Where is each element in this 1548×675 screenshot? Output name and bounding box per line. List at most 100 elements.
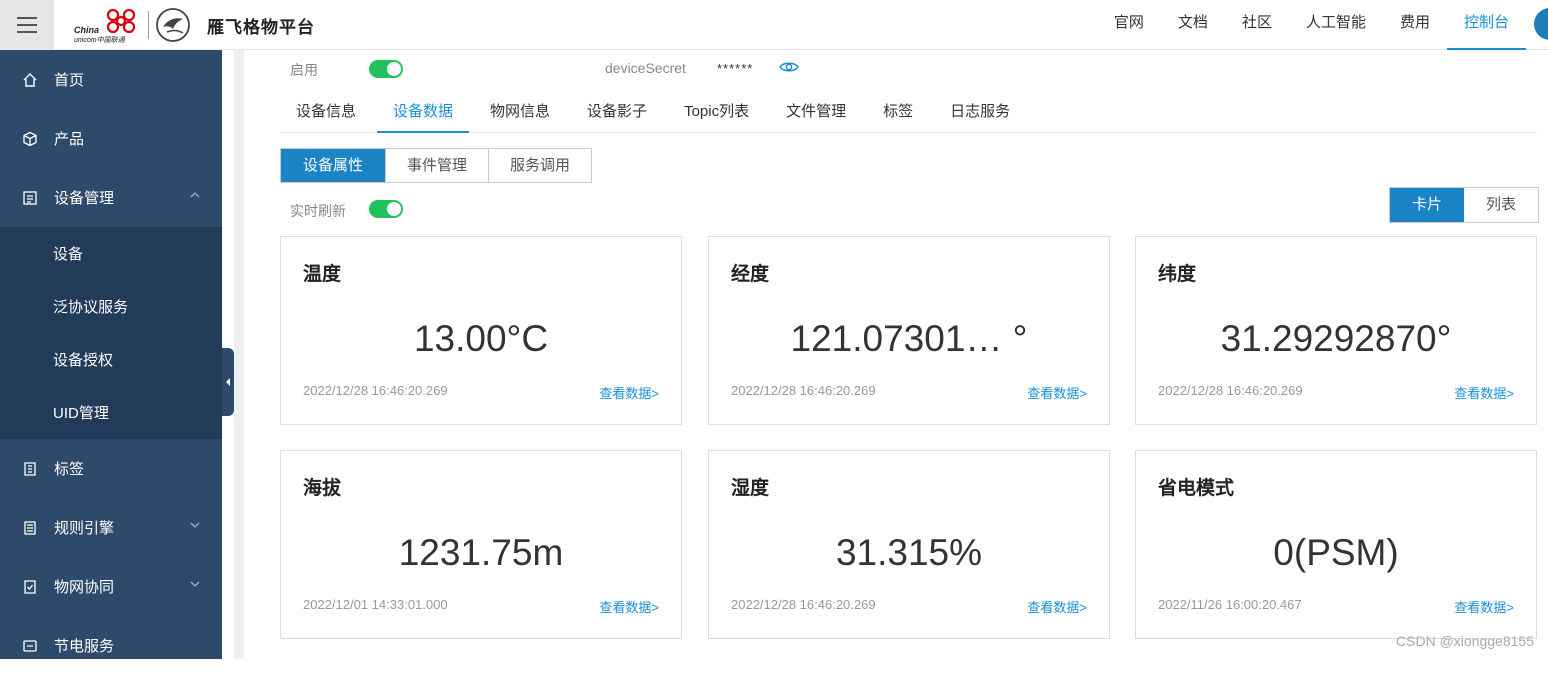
- china-unicom-logo: China unicom中国联通: [70, 6, 140, 44]
- eye-icon[interactable]: [779, 60, 799, 74]
- sidebar-item-power-saving[interactable]: 节电服务: [0, 616, 222, 675]
- nav-docs[interactable]: 文档: [1161, 0, 1225, 50]
- sidebar-submenu: 设备 泛协议服务 设备授权 UID管理: [0, 227, 222, 439]
- tab-tags[interactable]: 标签: [867, 100, 929, 133]
- logo-divider: [148, 11, 149, 39]
- subtab-services[interactable]: 服务调用: [488, 149, 591, 182]
- realtime-refresh-label: 实时刷新: [290, 201, 346, 221]
- card-timestamp: 2022/12/28 16:46:20.269: [303, 383, 448, 398]
- sidebar: 首页 产品 设备管理 设备 泛协议服务 设备授权 UID管理 标签 规则引擎 物…: [0, 50, 222, 659]
- nav-official-site[interactable]: 官网: [1097, 0, 1161, 50]
- card-value: 13.00°C: [281, 318, 681, 360]
- logo-text-china: China: [74, 25, 99, 35]
- sidebar-item-rules-engine[interactable]: 规则引擎: [0, 498, 222, 557]
- tab-device-shadow[interactable]: 设备影子: [571, 100, 663, 133]
- top-nav: 官网 文档 社区 人工智能 费用 控制台: [1097, 0, 1526, 50]
- menu-icon[interactable]: [0, 0, 54, 50]
- cube-icon: [22, 131, 38, 147]
- nav-console[interactable]: 控制台: [1447, 0, 1526, 50]
- view-data-link[interactable]: 查看数据>: [599, 597, 659, 616]
- card-title: 温度: [303, 259, 341, 286]
- tab-log-service[interactable]: 日志服务: [934, 100, 1026, 133]
- tab-device-data[interactable]: 设备数据: [377, 100, 469, 133]
- avatar[interactable]: [1534, 8, 1548, 40]
- view-data-link[interactable]: 查看数据>: [1027, 597, 1087, 616]
- subtab-properties[interactable]: 设备属性: [281, 149, 385, 182]
- device-secret-value: ******: [717, 61, 753, 76]
- property-card-longitude: 经度 121.07301… ° 2022/12/28 16:46:20.269 …: [708, 236, 1110, 425]
- card-title: 纬度: [1158, 259, 1196, 286]
- chevron-down-icon: [190, 522, 200, 528]
- view-data-link[interactable]: 查看数据>: [1454, 597, 1514, 616]
- list-icon: [22, 190, 38, 206]
- card-title: 经度: [731, 259, 769, 286]
- sidebar-item-label: 设备管理: [54, 187, 114, 208]
- logo-text-unicom: unicom中国联通: [74, 35, 125, 45]
- view-data-link[interactable]: 查看数据>: [599, 383, 659, 402]
- card-title: 省电模式: [1158, 473, 1234, 500]
- card-value: 0(PSM): [1136, 532, 1536, 574]
- card-timestamp: 2022/12/01 14:33:01.000: [303, 597, 448, 612]
- tag-icon: [22, 461, 38, 477]
- status-label: 启用: [290, 60, 318, 80]
- saver-icon: [22, 638, 38, 654]
- sidebar-item-label: 规则引擎: [54, 517, 114, 538]
- card-title: 海拔: [303, 473, 341, 500]
- nav-billing[interactable]: 费用: [1383, 0, 1447, 50]
- subtab-events[interactable]: 事件管理: [385, 149, 488, 182]
- gutter: [234, 50, 244, 659]
- property-card-altitude: 海拔 1231.75m 2022/12/01 14:33:01.000 查看数据…: [280, 450, 682, 639]
- main-content: 启用 deviceSecret ****** 设备信息 设备数据 物网信息 设备…: [244, 50, 1548, 659]
- logo[interactable]: China unicom中国联通 雁飞格物平台: [70, 6, 315, 44]
- sidebar-item-home[interactable]: 首页: [0, 50, 222, 109]
- card-timestamp: 2022/12/28 16:46:20.269: [731, 597, 876, 612]
- view-card-button[interactable]: 卡片: [1390, 188, 1464, 222]
- sidebar-item-tags[interactable]: 标签: [0, 439, 222, 498]
- data-subtabs: 设备属性 事件管理 服务调用: [280, 148, 592, 183]
- goose-logo-icon: [155, 7, 191, 43]
- sidebar-item-label: 物网协同: [54, 576, 114, 597]
- card-title: 湿度: [731, 473, 769, 500]
- device-status-row: 启用 deviceSecret ******: [290, 58, 850, 80]
- nav-community[interactable]: 社区: [1225, 0, 1289, 50]
- sidebar-item-label: 首页: [54, 69, 84, 90]
- tab-file-management[interactable]: 文件管理: [770, 100, 862, 133]
- watermark: CSDN @xiongge8155: [1396, 633, 1534, 649]
- card-timestamp: 2022/11/26 16:00:20.467: [1158, 597, 1302, 612]
- card-timestamp: 2022/12/28 16:46:20.269: [731, 383, 876, 398]
- sidebar-subitem-uid[interactable]: UID管理: [0, 386, 222, 439]
- enable-toggle[interactable]: [369, 60, 403, 78]
- sidebar-subitem-protocol-service[interactable]: 泛协议服务: [0, 280, 222, 333]
- sidebar-item-products[interactable]: 产品: [0, 109, 222, 168]
- doc-icon: [22, 520, 38, 536]
- view-data-link[interactable]: 查看数据>: [1454, 383, 1514, 402]
- chevron-down-icon: [190, 581, 200, 587]
- property-card-humidity: 湿度 31.315% 2022/12/28 16:46:20.269 查看数据>: [708, 450, 1110, 639]
- card-value: 31.315%: [709, 532, 1109, 574]
- check-doc-icon: [22, 579, 38, 595]
- sidebar-item-label: 产品: [54, 128, 84, 149]
- sidebar-subitem-devices[interactable]: 设备: [0, 227, 222, 280]
- top-bar: China unicom中国联通 雁飞格物平台 官网 文档 社区 人工智能 费用…: [0, 0, 1548, 50]
- sidebar-subitem-device-auth[interactable]: 设备授权: [0, 333, 222, 386]
- sidebar-item-device-management[interactable]: 设备管理: [0, 168, 222, 227]
- tab-device-info[interactable]: 设备信息: [280, 100, 372, 133]
- sidebar-collapse-handle[interactable]: [222, 348, 234, 416]
- brand-name: 雁飞格物平台: [207, 13, 315, 38]
- tab-network-info[interactable]: 物网信息: [474, 100, 566, 133]
- card-value: 1231.75m: [281, 532, 681, 574]
- property-card-power-mode: 省电模式 0(PSM) 2022/11/26 16:00:20.467 查看数据…: [1135, 450, 1537, 639]
- realtime-refresh-toggle[interactable]: [369, 200, 403, 218]
- view-data-link[interactable]: 查看数据>: [1027, 383, 1087, 402]
- sidebar-item-label: 节电服务: [54, 635, 114, 656]
- property-card-temperature: 温度 13.00°C 2022/12/28 16:46:20.269 查看数据>: [280, 236, 682, 425]
- device-tabs: 设备信息 设备数据 物网信息 设备影子 Topic列表 文件管理 标签 日志服务: [280, 100, 1537, 133]
- view-switch: 卡片 列表: [1389, 187, 1539, 223]
- nav-ai[interactable]: 人工智能: [1289, 0, 1383, 50]
- chevron-left-icon: [225, 377, 231, 387]
- tab-topic-list[interactable]: Topic列表: [668, 100, 765, 133]
- view-list-button[interactable]: 列表: [1464, 188, 1538, 222]
- card-value: 31.29292870°: [1136, 318, 1536, 360]
- sidebar-item-iot-collab[interactable]: 物网协同: [0, 557, 222, 616]
- device-secret-label: deviceSecret: [605, 60, 686, 76]
